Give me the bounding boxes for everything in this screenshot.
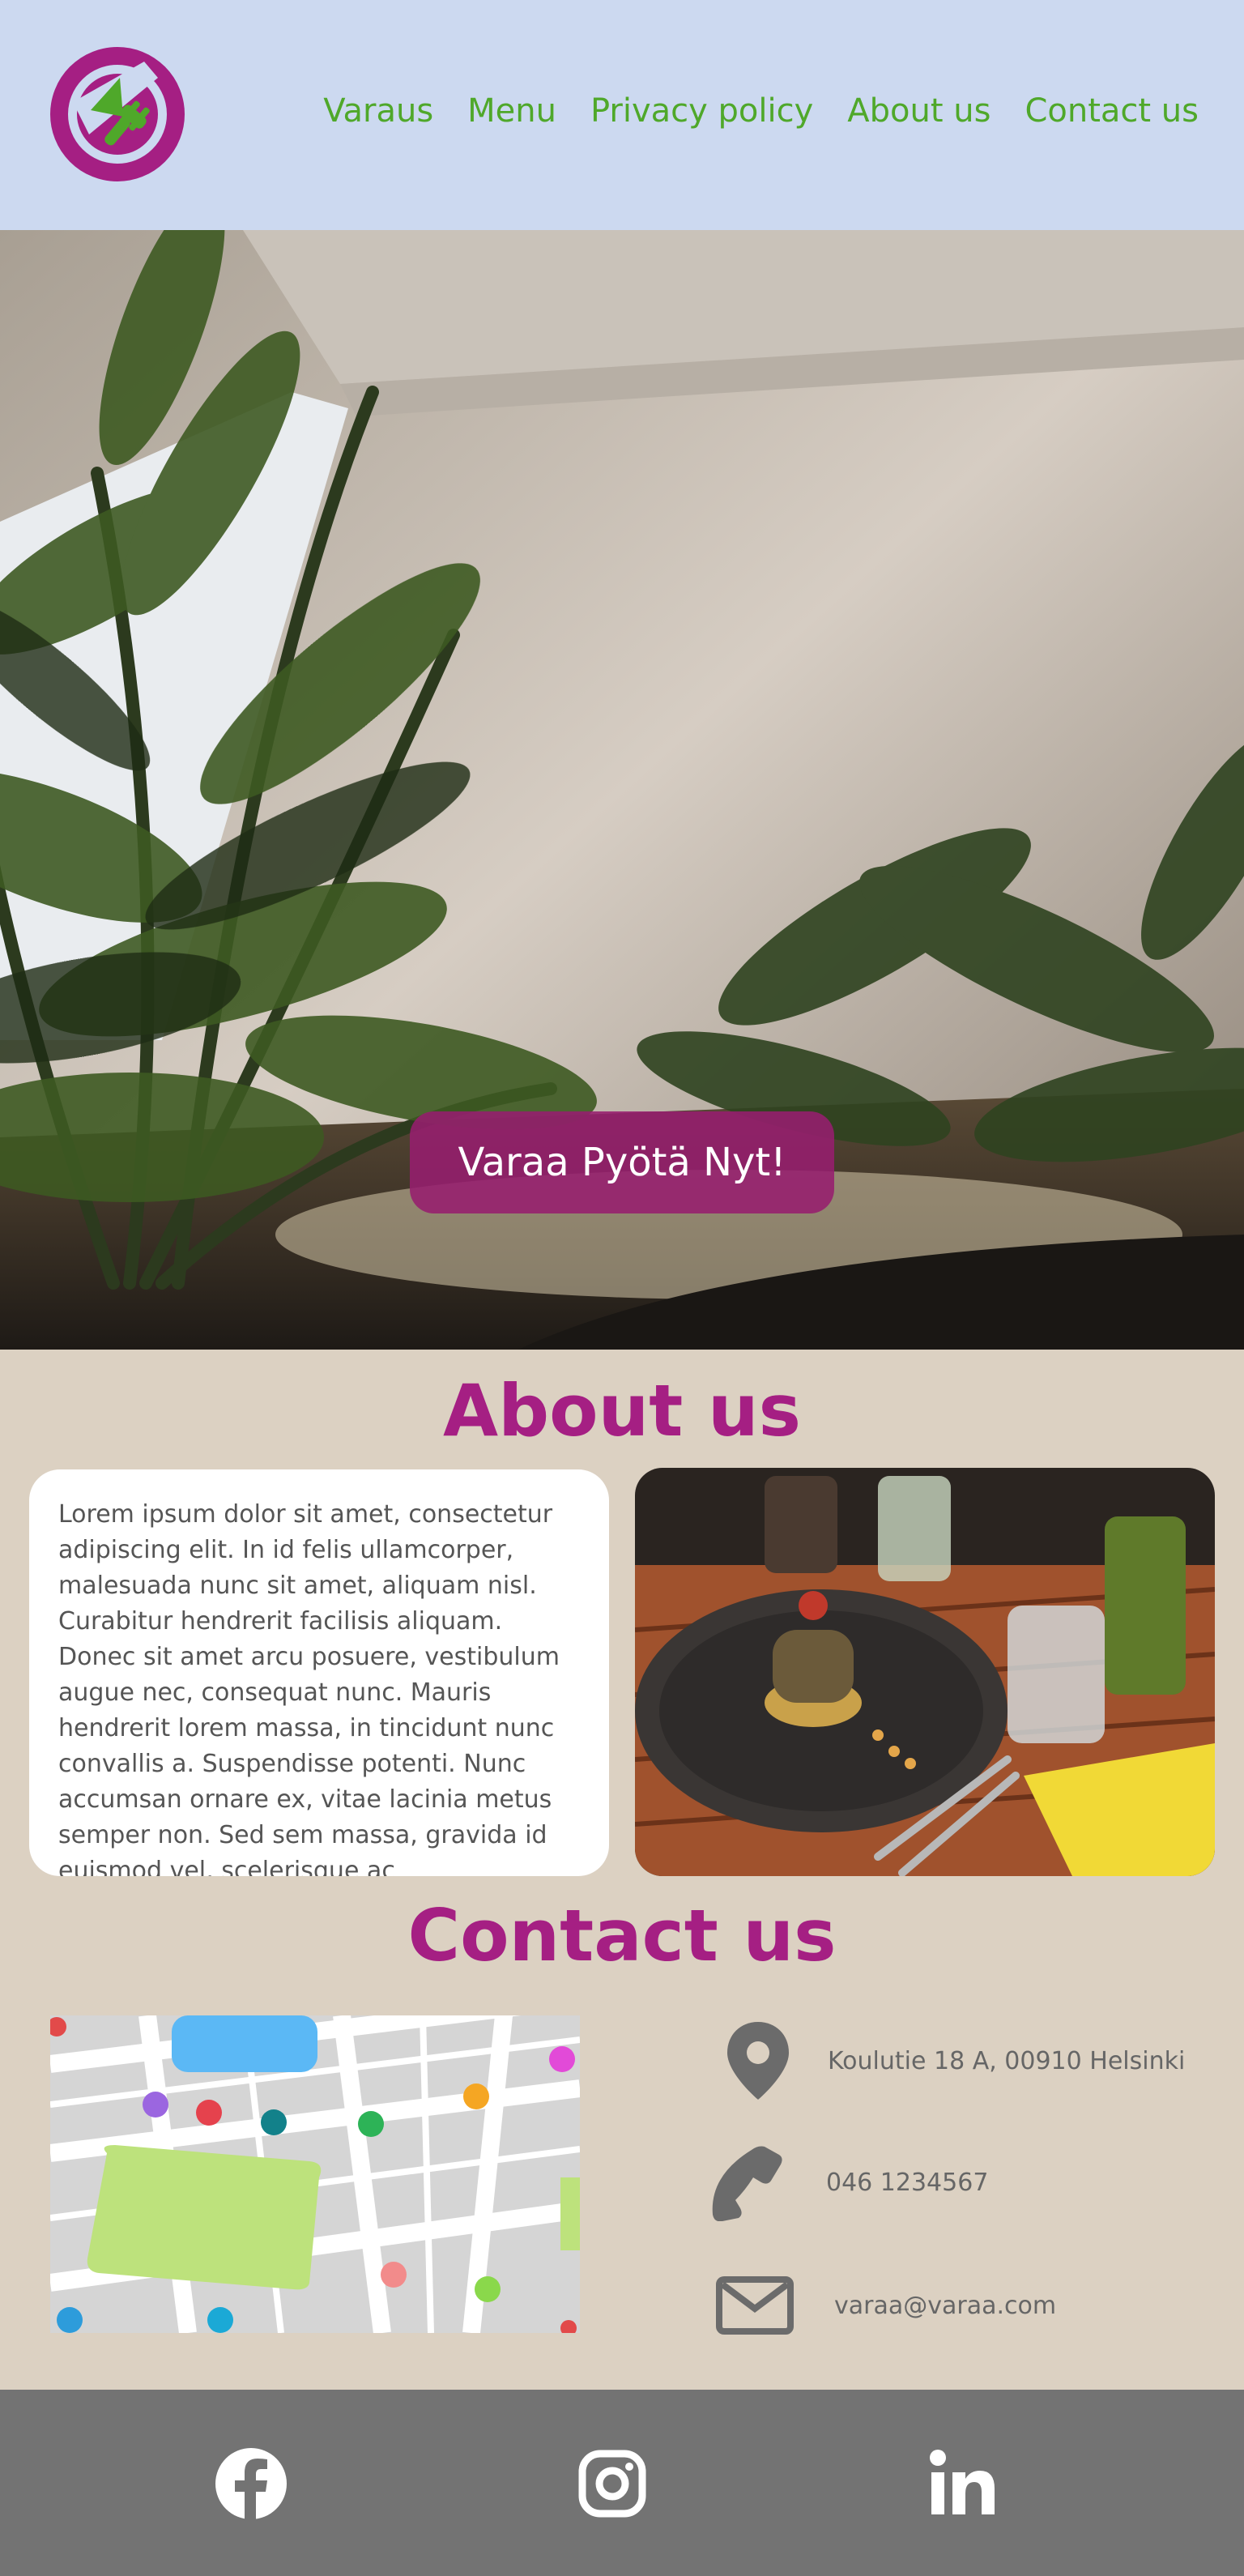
main-nav: Varaus Menu Privacy policy About us Cont… bbox=[323, 92, 1199, 130]
contact-email[interactable]: varaa@varaa.com bbox=[834, 2292, 1056, 2320]
about-text: Lorem ipsum dolor sit amet, consectetur … bbox=[58, 1500, 560, 1876]
site-footer bbox=[0, 2390, 1244, 2576]
linkedin-icon[interactable] bbox=[922, 2443, 1003, 2524]
site-header: Varaus Menu Privacy policy About us Cont… bbox=[0, 0, 1244, 230]
nav-link-contact-us[interactable]: Contact us bbox=[1025, 92, 1199, 130]
envelope-icon bbox=[714, 2265, 795, 2346]
restaurant-logo[interactable] bbox=[49, 45, 186, 183]
about-food-image bbox=[635, 1468, 1215, 1876]
logo-icon bbox=[50, 47, 185, 181]
phone-icon bbox=[705, 2142, 786, 2223]
about-title: About us bbox=[443, 1369, 801, 1452]
contact-title: Contact us bbox=[407, 1894, 837, 1977]
instagram-icon[interactable] bbox=[572, 2443, 653, 2524]
facebook-icon[interactable] bbox=[211, 2443, 292, 2524]
contact-address: Koulutie 18 A, 00910 Helsinki bbox=[828, 2046, 1186, 2075]
nav-link-privacy-policy[interactable]: Privacy policy bbox=[590, 92, 813, 130]
book-table-button[interactable]: Varaa Pyötä Nyt! bbox=[410, 1111, 834, 1213]
nav-link-menu[interactable]: Menu bbox=[467, 92, 556, 130]
nav-link-about-us[interactable]: About us bbox=[847, 92, 991, 130]
contact-address-row: Koulutie 18 A, 00910 Helsinki bbox=[718, 2020, 1185, 2101]
contact-email-row: varaa@varaa.com bbox=[714, 2265, 1056, 2346]
nav-link-varaus[interactable]: Varaus bbox=[323, 92, 433, 130]
contact-phone[interactable]: 046 1234567 bbox=[826, 2169, 988, 2197]
location-map[interactable] bbox=[50, 2015, 580, 2333]
contact-phone-row: 046 1234567 bbox=[705, 2142, 988, 2223]
map-marker-icon bbox=[718, 2020, 799, 2101]
about-text-card: Lorem ipsum dolor sit amet, consectetur … bbox=[29, 1469, 609, 1876]
